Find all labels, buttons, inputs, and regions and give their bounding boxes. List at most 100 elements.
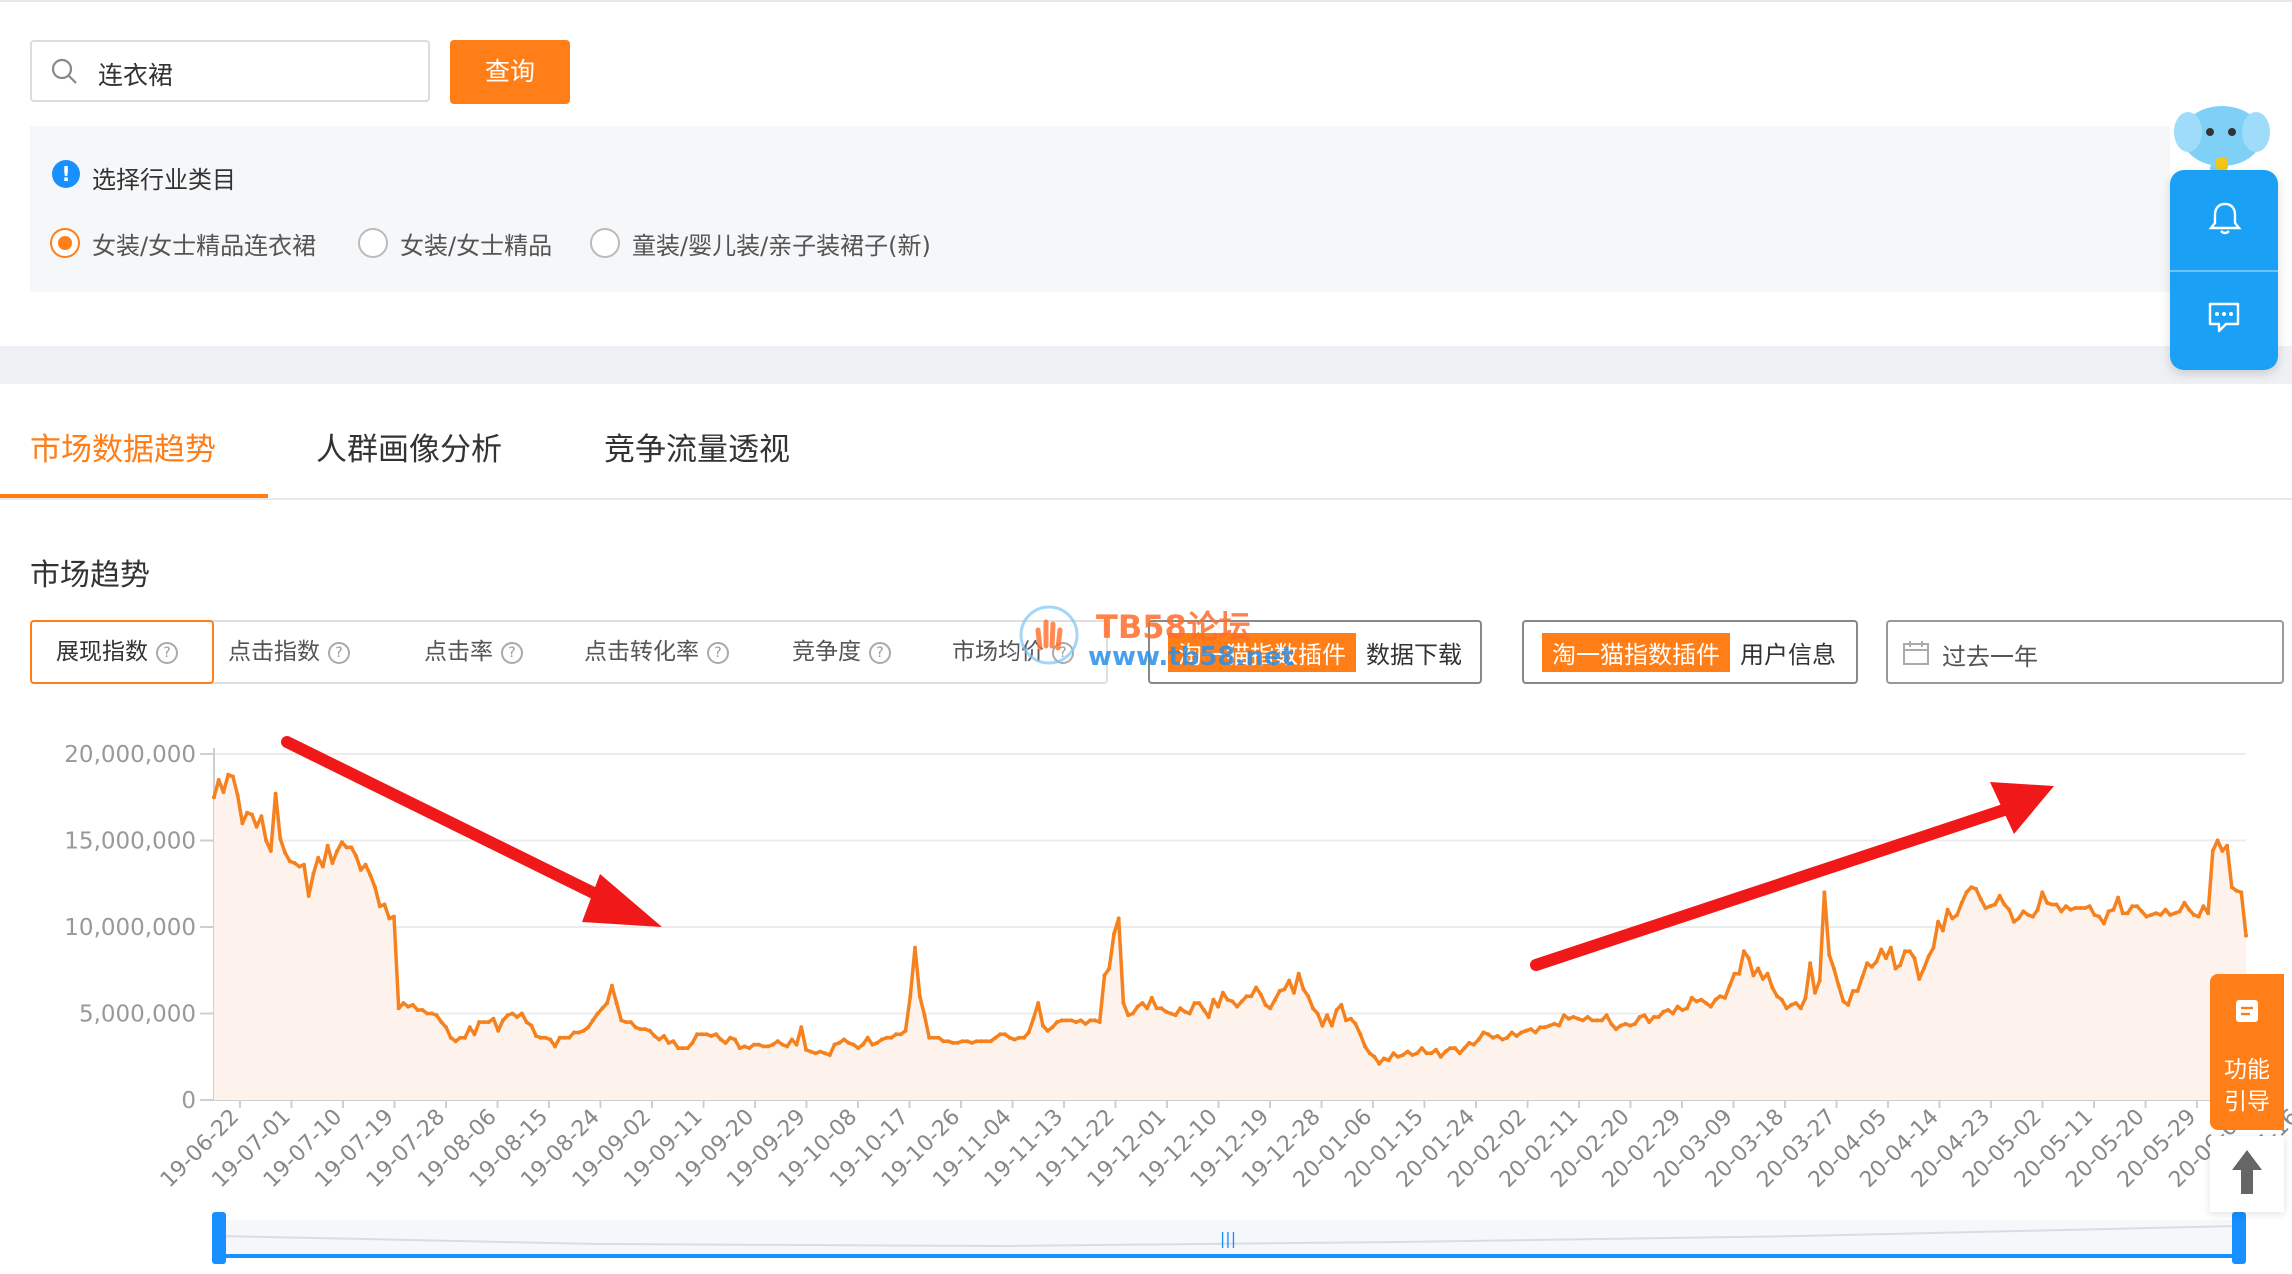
- data-point[interactable]: [354, 854, 359, 859]
- slider-right-handle[interactable]: [2232, 1212, 2246, 1264]
- data-point[interactable]: [1334, 1008, 1339, 1012]
- data-point[interactable]: [1950, 916, 1955, 921]
- data-point[interactable]: [1590, 1018, 1595, 1023]
- data-point[interactable]: [2092, 912, 2097, 917]
- data-point[interactable]: [463, 1035, 467, 1040]
- data-point[interactable]: [1727, 983, 1732, 988]
- data-point[interactable]: [1183, 1009, 1187, 1014]
- data-point[interactable]: [1988, 904, 1993, 909]
- data-point[interactable]: [889, 1035, 894, 1040]
- data-point[interactable]: [264, 838, 269, 843]
- data-point[interactable]: [1576, 1016, 1581, 1021]
- data-point[interactable]: [1604, 1013, 1609, 1018]
- tab-audience[interactable]: 人群画像分析: [316, 424, 502, 469]
- data-point[interactable]: [1903, 949, 1907, 954]
- data-point[interactable]: [984, 1039, 989, 1044]
- data-point[interactable]: [1419, 1046, 1424, 1051]
- data-point[interactable]: [2007, 907, 2012, 912]
- data-point[interactable]: [1869, 964, 1874, 969]
- data-point[interactable]: [2139, 909, 2144, 914]
- data-point[interactable]: [714, 1032, 719, 1037]
- data-point[interactable]: [846, 1040, 851, 1045]
- data-point[interactable]: [1320, 1023, 1325, 1028]
- data-point[interactable]: [685, 1046, 690, 1051]
- data-point[interactable]: [406, 1004, 411, 1009]
- data-point[interactable]: [1097, 1020, 1102, 1025]
- data-point[interactable]: [1424, 1051, 1429, 1056]
- data-point[interactable]: [965, 1039, 970, 1044]
- data-point[interactable]: [1429, 1051, 1434, 1056]
- data-point[interactable]: [1244, 994, 1249, 999]
- data-point[interactable]: [2206, 911, 2211, 916]
- data-point[interactable]: [2035, 907, 2040, 912]
- data-point[interactable]: [974, 1039, 979, 1044]
- data-point[interactable]: [1670, 1011, 1675, 1016]
- data-point[interactable]: [1443, 1049, 1448, 1054]
- data-point[interactable]: [1737, 971, 1742, 976]
- data-point[interactable]: [2116, 895, 2121, 900]
- data-point[interactable]: [624, 1020, 629, 1025]
- data-point[interactable]: [590, 1018, 595, 1023]
- data-point[interactable]: [230, 774, 235, 779]
- data-point[interactable]: [1585, 1015, 1590, 1019]
- data-point[interactable]: [1855, 989, 1860, 993]
- data-point[interactable]: [1746, 956, 1751, 961]
- data-point[interactable]: [1377, 1061, 1382, 1066]
- industry-option-kids[interactable]: 童装/婴儿装/亲子装裙子(新): [590, 226, 931, 260]
- data-point[interactable]: [2135, 904, 2140, 909]
- radio-icon[interactable]: [590, 228, 620, 258]
- data-point[interactable]: [1476, 1037, 1481, 1042]
- data-point[interactable]: [917, 994, 922, 999]
- data-point[interactable]: [1277, 989, 1282, 993]
- data-point[interactable]: [1997, 893, 2002, 898]
- data-point[interactable]: [1135, 1004, 1140, 1009]
- data-point[interactable]: [1069, 1018, 1074, 1023]
- data-point[interactable]: [1126, 1013, 1131, 1018]
- data-point[interactable]: [1405, 1049, 1410, 1054]
- function-guide-button[interactable]: 功能 引导: [2210, 974, 2284, 1130]
- data-point[interactable]: [1102, 973, 1107, 978]
- data-point[interactable]: [396, 1006, 401, 1011]
- data-point[interactable]: [2073, 906, 2078, 910]
- data-point[interactable]: [1509, 1030, 1514, 1035]
- data-point[interactable]: [894, 1032, 899, 1037]
- data-point[interactable]: [548, 1037, 553, 1042]
- data-point[interactable]: [472, 1032, 477, 1037]
- data-point[interactable]: [557, 1035, 562, 1040]
- data-point[interactable]: [453, 1039, 458, 1044]
- data-point[interactable]: [2163, 907, 2168, 912]
- data-point[interactable]: [1130, 1011, 1135, 1016]
- data-point[interactable]: [1813, 990, 1817, 995]
- data-point[interactable]: [1410, 1053, 1415, 1057]
- data-point[interactable]: [908, 994, 913, 999]
- data-point[interactable]: [1230, 999, 1235, 1004]
- data-point[interactable]: [1031, 1016, 1036, 1021]
- data-point[interactable]: [1012, 1037, 1017, 1042]
- data-point[interactable]: [1064, 1018, 1069, 1023]
- data-point[interactable]: [1036, 1001, 1041, 1006]
- data-point[interactable]: [439, 1020, 444, 1025]
- data-point[interactable]: [2002, 902, 2007, 907]
- data-point[interactable]: [1329, 1023, 1334, 1028]
- data-point[interactable]: [1372, 1054, 1377, 1059]
- data-point[interactable]: [373, 885, 377, 890]
- data-point[interactable]: [2078, 906, 2083, 910]
- data-point[interactable]: [643, 1027, 647, 1032]
- data-point[interactable]: [1831, 966, 1836, 971]
- data-point[interactable]: [605, 1001, 610, 1006]
- data-point[interactable]: [950, 1040, 955, 1045]
- data-point[interactable]: [1836, 983, 1841, 988]
- data-point[interactable]: [1325, 1013, 1330, 1018]
- data-point[interactable]: [1055, 1020, 1060, 1025]
- data-point[interactable]: [1850, 989, 1855, 993]
- data-point[interactable]: [212, 795, 216, 800]
- data-point[interactable]: [2097, 914, 2102, 919]
- data-point[interactable]: [804, 1047, 809, 1052]
- data-point[interactable]: [662, 1034, 666, 1038]
- data-point[interactable]: [647, 1028, 652, 1033]
- data-point[interactable]: [2239, 890, 2244, 895]
- data-point[interactable]: [1093, 1018, 1097, 1023]
- data-point[interactable]: [1059, 1018, 1064, 1023]
- back-to-top-button[interactable]: [2210, 1136, 2284, 1212]
- data-point[interactable]: [1017, 1035, 1022, 1040]
